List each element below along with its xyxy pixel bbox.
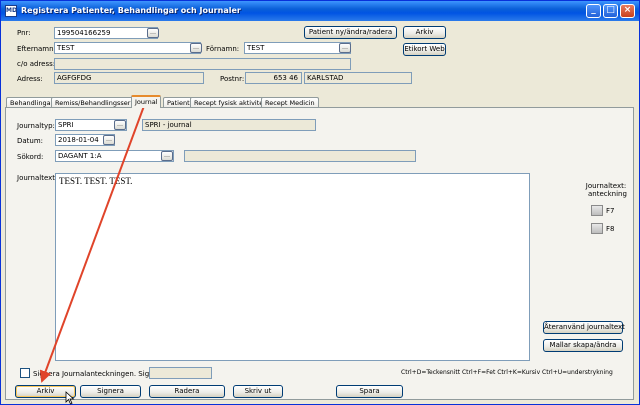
pnr-browse-icon[interactable]: …: [147, 28, 159, 38]
spara-button[interactable]: Spara: [336, 385, 403, 398]
fornamn-input[interactable]: TEST: [244, 42, 351, 54]
journaltyp-browse-icon[interactable]: …: [114, 120, 126, 130]
anteckning-label-1: Journaltext:: [585, 182, 627, 190]
anteckning-label-2: anteckning: [588, 190, 627, 198]
sokord-browse-icon[interactable]: …: [161, 151, 173, 161]
pnr-label: Pnr:: [17, 29, 31, 37]
datum-calendar-icon[interactable]: …: [103, 135, 115, 145]
signum-input[interactable]: [149, 367, 212, 379]
adress-input[interactable]: AGFGFDG: [54, 72, 204, 84]
tab-journal[interactable]: Journal: [131, 95, 162, 108]
sokord-label: Sökord:: [17, 153, 44, 161]
journaltyp-description: SPRI - journal: [142, 119, 316, 131]
maximize-button[interactable]: □: [603, 4, 618, 18]
mallar-skapa-button[interactable]: Mallar skapa/ändra: [543, 339, 623, 352]
sokord-extra-field[interactable]: [184, 150, 416, 162]
co-label: c/o adress:: [17, 60, 56, 68]
postnr-label: Postnr:: [220, 75, 245, 83]
signera-label: Signera Journalanteckningen. Signum:: [33, 370, 168, 378]
pnr-input[interactable]: 199504166259: [54, 27, 158, 39]
radera-button[interactable]: Radera: [149, 385, 225, 398]
close-button[interactable]: ×: [620, 4, 635, 18]
f8-label: F8: [606, 225, 615, 233]
title-bar[interactable]: MD Registrera Patienter, Behandlingar oc…: [1, 1, 639, 21]
signera-button[interactable]: Signera: [80, 385, 141, 398]
mouse-cursor-icon: [65, 391, 75, 405]
adress-label: Adress:: [17, 75, 43, 83]
fornamn-browse-icon[interactable]: …: [339, 43, 351, 53]
window-title: Registrera Patienter, Behandlingar och J…: [21, 6, 241, 15]
patient-edit-button[interactable]: Patient ny/ändra/radera: [304, 26, 397, 39]
journaltext-textarea[interactable]: TEST. TEST. TEST.: [55, 173, 530, 361]
efternamn-input[interactable]: TEST: [54, 42, 201, 54]
app-icon: MD: [5, 5, 17, 17]
signera-checkbox[interactable]: [20, 368, 30, 378]
f8-square-button[interactable]: [591, 223, 603, 234]
efternamn-label: Efternamn:: [17, 45, 56, 53]
etikort-web-button[interactable]: Etikort Web: [403, 43, 446, 56]
arkiv-top-button[interactable]: Arkiv: [403, 26, 446, 39]
ort-input[interactable]: KARLSTAD: [304, 72, 412, 84]
datum-label: Datum:: [17, 137, 44, 145]
efternamn-browse-icon[interactable]: …: [190, 43, 202, 53]
journaltext-label: Journaltext:: [17, 174, 58, 182]
ateranvand-journaltext-button[interactable]: Återanvänd journaltext: [543, 321, 625, 334]
skriv-ut-button[interactable]: Skriv ut: [233, 385, 283, 398]
postnr-input[interactable]: 653 46: [245, 72, 302, 84]
minimize-button[interactable]: _: [586, 4, 601, 18]
f7-square-button[interactable]: [591, 205, 603, 216]
journaltyp-label: Journaltyp:: [17, 122, 55, 130]
main-window: MD Registrera Patienter, Behandlingar oc…: [0, 0, 640, 405]
fornamn-label: Förnamn:: [206, 45, 240, 53]
shortcut-hint: Ctrl+D=Teckensnitt Ctrl+F=Fet Ctrl+K=Kur…: [401, 369, 613, 376]
co-input[interactable]: [54, 58, 351, 70]
f7-label: F7: [606, 207, 615, 215]
sokord-input[interactable]: DAGANT 1:A: [55, 150, 174, 162]
